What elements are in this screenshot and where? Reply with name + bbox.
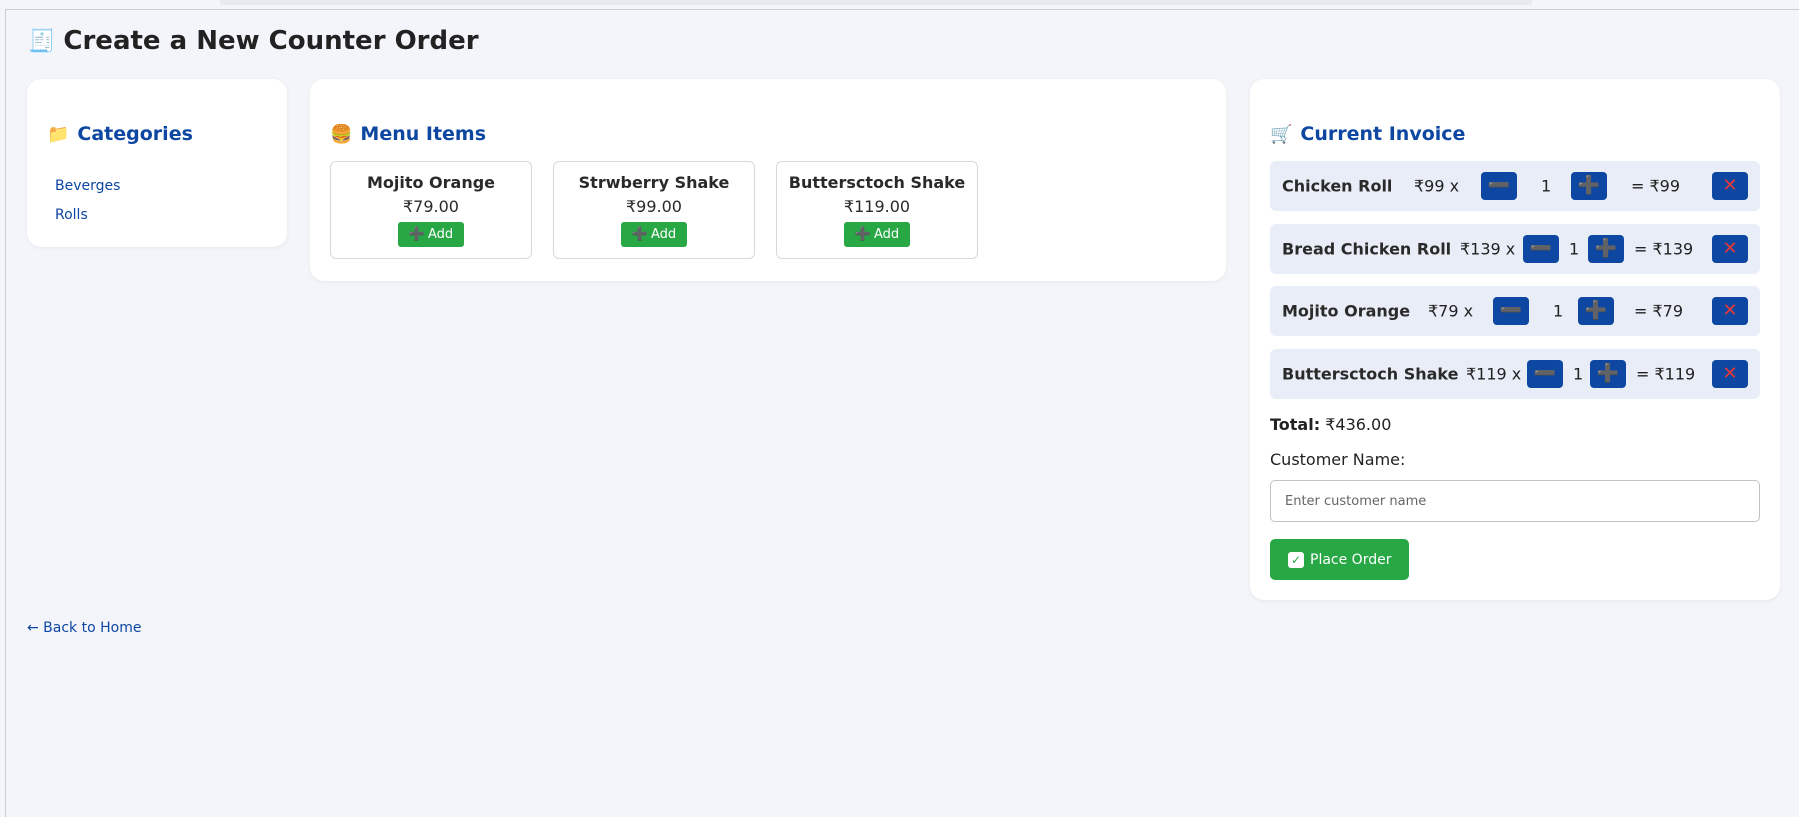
- category-link-beverges[interactable]: Beverges: [55, 178, 120, 194]
- plus-icon: ➕: [1594, 238, 1618, 259]
- check-icon: ✓: [1288, 551, 1304, 568]
- plus-icon: ➕: [854, 227, 871, 242]
- increase-qty-button[interactable]: ➕: [1590, 360, 1626, 388]
- add-label: Add: [874, 227, 900, 242]
- plus-icon: ➕: [631, 227, 648, 242]
- invoice-row: Bread Chicken Roll ₹139 x ➖ 1 ➕ = ₹139 ✕: [1270, 224, 1760, 274]
- place-order-label: Place Order: [1310, 551, 1392, 568]
- invoice-item-subtotal: = ₹139: [1634, 239, 1694, 259]
- remove-item-button[interactable]: ✕: [1712, 235, 1748, 263]
- menu-item-name: Strwberry Shake: [578, 173, 730, 192]
- menu-item-name: Mojito Orange: [366, 173, 496, 192]
- menu-panel: 🍔 Menu Items Mojito Orange ₹79.00 ➕ Add S…: [310, 79, 1226, 281]
- menu-item-price: ₹119.00: [843, 197, 911, 216]
- decrease-qty-button[interactable]: ➖: [1481, 172, 1517, 200]
- invoice-item-subtotal: = ₹79: [1634, 301, 1684, 321]
- add-label: Add: [428, 227, 454, 242]
- add-item-button[interactable]: ➕ Add: [843, 222, 911, 247]
- back-to-home-link[interactable]: ← Back to Home: [27, 620, 141, 636]
- receipt-icon: 🧾: [28, 28, 56, 54]
- plus-icon: ➕: [1577, 175, 1601, 196]
- plus-icon: ➕: [1596, 363, 1620, 384]
- invoice-item-qty: 1: [1541, 176, 1552, 196]
- increase-qty-button[interactable]: ➕: [1571, 172, 1607, 200]
- menu-item-card: Buttersctoch Shake ₹119.00 ➕ Add: [776, 161, 978, 259]
- customer-name-input[interactable]: [1270, 480, 1760, 522]
- menu-item-card: Mojito Orange ₹79.00 ➕ Add: [330, 161, 532, 259]
- invoice-row: Mojito Orange ₹79 x ➖ 1 ➕ = ₹79 ✕: [1270, 286, 1760, 336]
- invoice-item-qty: 1: [1569, 239, 1580, 259]
- remove-item-button[interactable]: ✕: [1712, 172, 1748, 200]
- invoice-item-subtotal: = ₹99: [1631, 176, 1681, 196]
- invoice-item-name: Chicken Roll: [1282, 176, 1393, 196]
- add-item-button[interactable]: ➕ Add: [397, 222, 465, 247]
- invoice-item-name: Buttersctoch Shake: [1282, 364, 1459, 384]
- decrease-qty-button[interactable]: ➖: [1523, 235, 1559, 263]
- add-item-button[interactable]: ➕ Add: [620, 222, 688, 247]
- plus-icon: ➕: [1584, 300, 1608, 321]
- browser-top-strip: [220, 0, 1532, 5]
- invoice-item-unit: ₹99 x: [1414, 176, 1460, 196]
- invoice-item-name: Bread Chicken Roll: [1282, 239, 1452, 259]
- menu-heading-text: Menu Items: [360, 123, 487, 145]
- total-value: ₹436.00: [1325, 415, 1392, 434]
- menu-item-price: ₹79.00: [403, 197, 459, 216]
- place-order-button[interactable]: ✓ Place Order: [1270, 539, 1410, 580]
- page-title-text: Create a New Counter Order: [63, 26, 479, 56]
- close-icon: ✕: [1722, 238, 1738, 259]
- menu-heading: 🍔 Menu Items: [330, 123, 486, 145]
- invoice-item-unit: ₹119 x: [1466, 364, 1522, 384]
- decrease-qty-button[interactable]: ➖: [1527, 360, 1563, 388]
- invoice-item-name: Mojito Orange: [1282, 301, 1411, 321]
- remove-item-button[interactable]: ✕: [1712, 297, 1748, 325]
- invoice-heading: 🛒 Current Invoice: [1270, 123, 1465, 145]
- categories-heading-text: Categories: [77, 123, 193, 145]
- minus-icon: ➖: [1533, 363, 1557, 384]
- page-title: 🧾 Create a New Counter Order: [28, 26, 479, 56]
- decrease-qty-button[interactable]: ➖: [1493, 297, 1529, 325]
- total-label: Total:: [1270, 415, 1321, 434]
- customer-name-label: Customer Name:: [1270, 450, 1406, 469]
- folder-icon: 📁: [47, 123, 70, 145]
- invoice-item-subtotal: = ₹119: [1636, 364, 1696, 384]
- remove-item-button[interactable]: ✕: [1712, 360, 1748, 388]
- close-icon: ✕: [1722, 175, 1738, 196]
- invoice-item-qty: 1: [1553, 301, 1564, 321]
- categories-panel: 📁 Categories Beverges Rolls: [27, 79, 287, 247]
- top-divider: [5, 9, 1799, 10]
- plus-icon: ➕: [408, 227, 425, 242]
- category-link-rolls[interactable]: Rolls: [55, 207, 88, 223]
- invoice-panel: 🛒 Current Invoice Chicken Roll ₹99 x ➖ 1…: [1250, 79, 1780, 600]
- menu-item-price: ₹99.00: [626, 197, 682, 216]
- invoice-total: Total: ₹436.00: [1270, 415, 1391, 434]
- minus-icon: ➖: [1487, 175, 1511, 196]
- cart-icon: 🛒: [1270, 123, 1293, 145]
- close-icon: ✕: [1722, 300, 1738, 321]
- invoice-row: Chicken Roll ₹99 x ➖ 1 ➕ = ₹99 ✕: [1270, 161, 1760, 211]
- increase-qty-button[interactable]: ➕: [1578, 297, 1614, 325]
- menu-item-card: Strwberry Shake ₹99.00 ➕ Add: [553, 161, 755, 259]
- invoice-item-unit: ₹139 x: [1460, 239, 1516, 259]
- minus-icon: ➖: [1499, 300, 1523, 321]
- burger-icon: 🍔: [330, 123, 353, 145]
- invoice-item-qty: 1: [1573, 364, 1584, 384]
- invoice-row: Buttersctoch Shake ₹119 x ➖ 1 ➕ = ₹119 ✕: [1270, 349, 1760, 399]
- add-label: Add: [651, 227, 677, 242]
- invoice-item-unit: ₹79 x: [1428, 301, 1474, 321]
- increase-qty-button[interactable]: ➕: [1588, 235, 1624, 263]
- menu-item-name: Buttersctoch Shake: [788, 173, 966, 192]
- left-divider: [5, 10, 6, 817]
- categories-heading: 📁 Categories: [47, 123, 193, 145]
- close-icon: ✕: [1722, 363, 1738, 384]
- invoice-heading-text: Current Invoice: [1300, 123, 1466, 145]
- minus-icon: ➖: [1529, 238, 1553, 259]
